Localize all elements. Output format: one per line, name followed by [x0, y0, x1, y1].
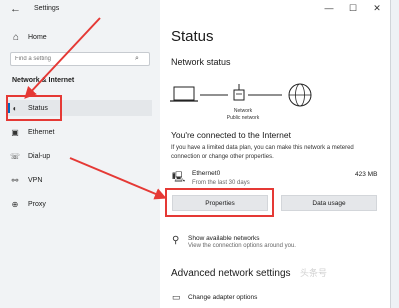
annotation-arrows	[24, 17, 167, 200]
arrow-to-properties	[69, 157, 167, 200]
arrow-to-status	[24, 17, 101, 99]
